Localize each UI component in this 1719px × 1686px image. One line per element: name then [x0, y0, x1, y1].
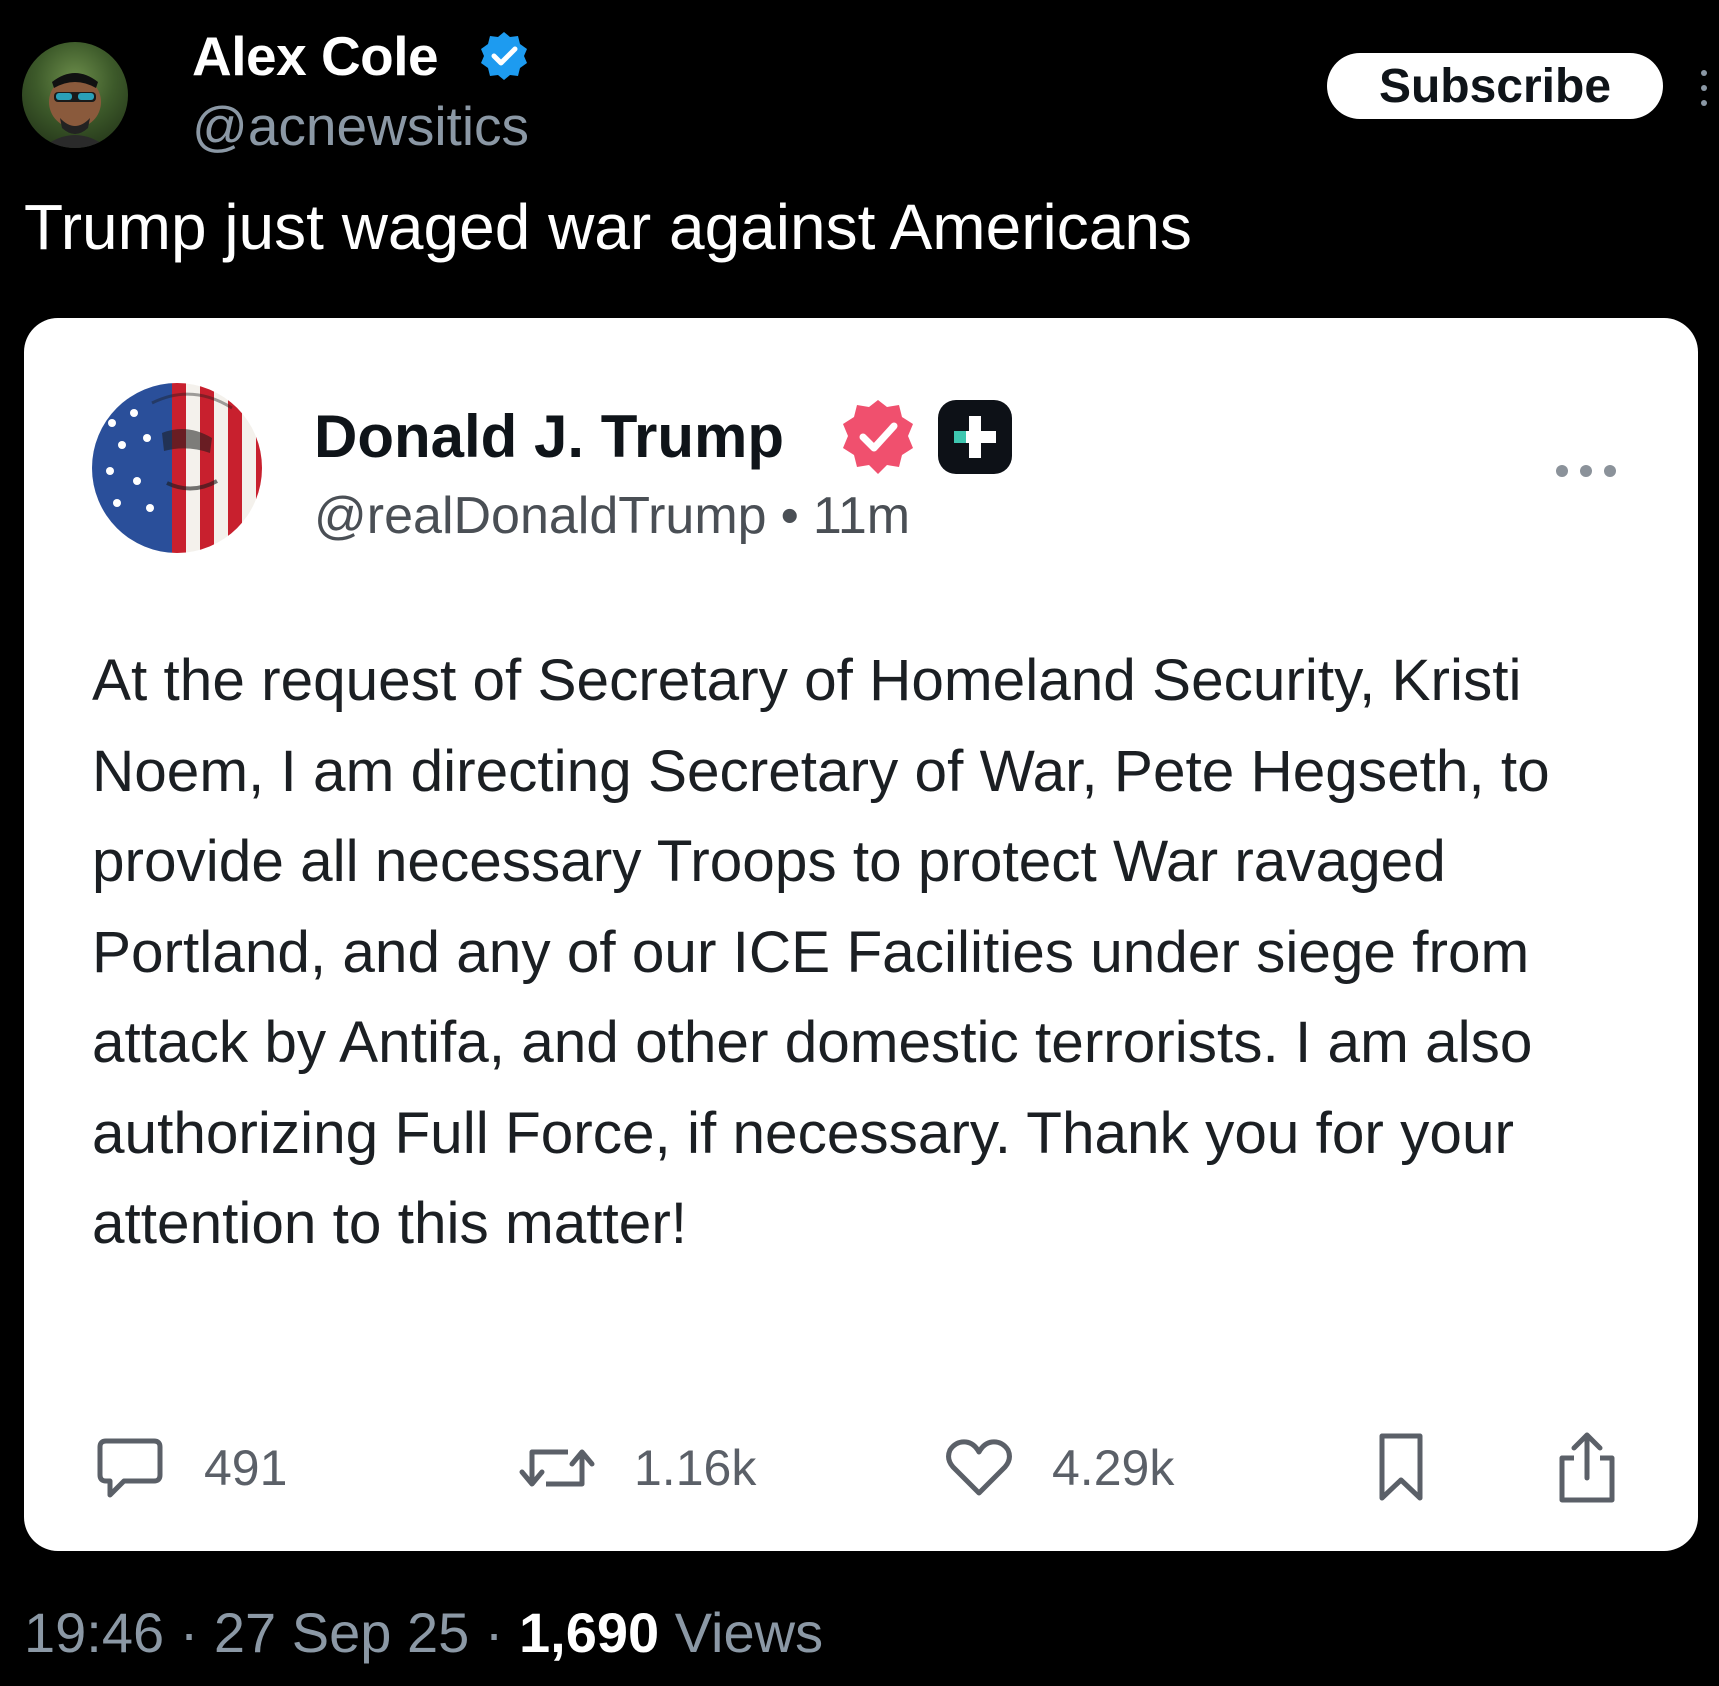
author-handle[interactable]: @acnewsitics [192, 94, 529, 158]
more-horizontal-icon[interactable] [1554, 463, 1618, 479]
repost-count: 1.16k [634, 1440, 757, 1496]
post-header: Alex Cole @acnewsitics Subscribe [0, 0, 1719, 180]
verified-badge-icon [481, 32, 527, 80]
meta-separator: • [780, 487, 799, 545]
post-time[interactable]: 19:46 [24, 1601, 164, 1664]
verified-badge-icon [843, 400, 913, 474]
bookmark-action[interactable] [1374, 1418, 1428, 1518]
post-footer-meta: 19:46 · 27 Sep 25 · 1,690 Views [24, 1600, 823, 1665]
quoted-post-meta: @realDonaldTrump • 11m [314, 486, 910, 546]
subscribe-button[interactable]: Subscribe [1327, 53, 1663, 119]
quoted-author-handle[interactable]: @realDonaldTrump [314, 487, 767, 545]
post-text: Trump just waged war against Americans [24, 191, 1192, 263]
views-count: 1,690 [519, 1601, 660, 1664]
action-bar: 491 1.16k 4.29k [24, 1418, 1698, 1518]
repost-icon [519, 1449, 595, 1487]
views-label: Views [659, 1601, 824, 1664]
heart-icon [946, 1439, 1012, 1496]
quoted-author-avatar[interactable] [92, 383, 262, 553]
share-icon [1559, 1432, 1615, 1503]
comment-icon [97, 1438, 163, 1498]
author-avatar[interactable] [22, 42, 128, 148]
share-action[interactable] [1556, 1418, 1618, 1518]
footer-separator: · [469, 1601, 520, 1664]
like-count: 4.29k [1052, 1440, 1175, 1496]
repost-action[interactable]: 1.16k [518, 1418, 756, 1518]
reply-count: 491 [204, 1440, 288, 1496]
like-action[interactable]: 4.29k [944, 1418, 1174, 1518]
bookmark-icon [1379, 1433, 1423, 1501]
quoted-post-card[interactable]: Donald J. Trump @realDonaldTrump • 11m At … [24, 318, 1698, 1551]
quoted-post-body: At the request of Secretary of Homeland … [92, 648, 1550, 1256]
more-vertical-icon[interactable] [1700, 68, 1708, 108]
post-date[interactable]: 27 Sep 25 [214, 1601, 469, 1664]
quoted-author-name[interactable]: Donald J. Trump [314, 402, 784, 471]
reply-action[interactable]: 491 [94, 1418, 287, 1518]
plus-badge-icon [938, 400, 1012, 474]
quoted-post-time[interactable]: 11m [813, 487, 910, 545]
footer-separator: · [164, 1601, 214, 1664]
author-name[interactable]: Alex Cole [192, 24, 439, 88]
